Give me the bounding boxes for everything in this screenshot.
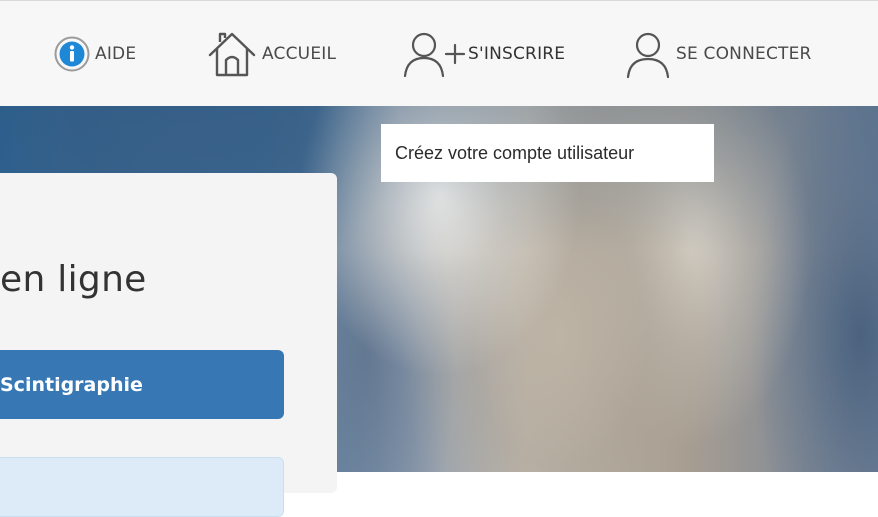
nav-connecter-label: SE CONNECTER: [676, 44, 812, 64]
nav-accueil-link[interactable]: ACCUEIL: [206, 27, 336, 81]
user-icon: [624, 28, 672, 80]
nav-connecter-link[interactable]: SE CONNECTER: [624, 27, 812, 81]
user-plus-icon: [402, 28, 466, 80]
top-navigation-bar: AIDE ACCUEIL S'INSCRIRE SE CONNECTER: [0, 0, 878, 106]
secondary-button[interactable]: [0, 457, 284, 517]
main-panel: en ligne Scintigraphie: [0, 173, 337, 517]
nav-aide-link[interactable]: AIDE: [53, 27, 136, 81]
nav-inscrire-label: S'INSCRIRE: [468, 44, 566, 64]
nav-accueil-label: ACCUEIL: [262, 44, 337, 64]
scintigraphie-button-label: Scintigraphie: [0, 373, 143, 396]
signup-tooltip: Créez votre compte utilisateur: [381, 124, 714, 182]
nav-inscrire-link[interactable]: S'INSCRIRE: [402, 27, 565, 81]
panel-title: en ligne: [0, 259, 147, 300]
scintigraphie-button[interactable]: Scintigraphie: [0, 350, 284, 419]
home-icon: [206, 28, 258, 80]
info-circle-icon: [53, 35, 91, 73]
nav-aide-label: AIDE: [95, 44, 137, 64]
